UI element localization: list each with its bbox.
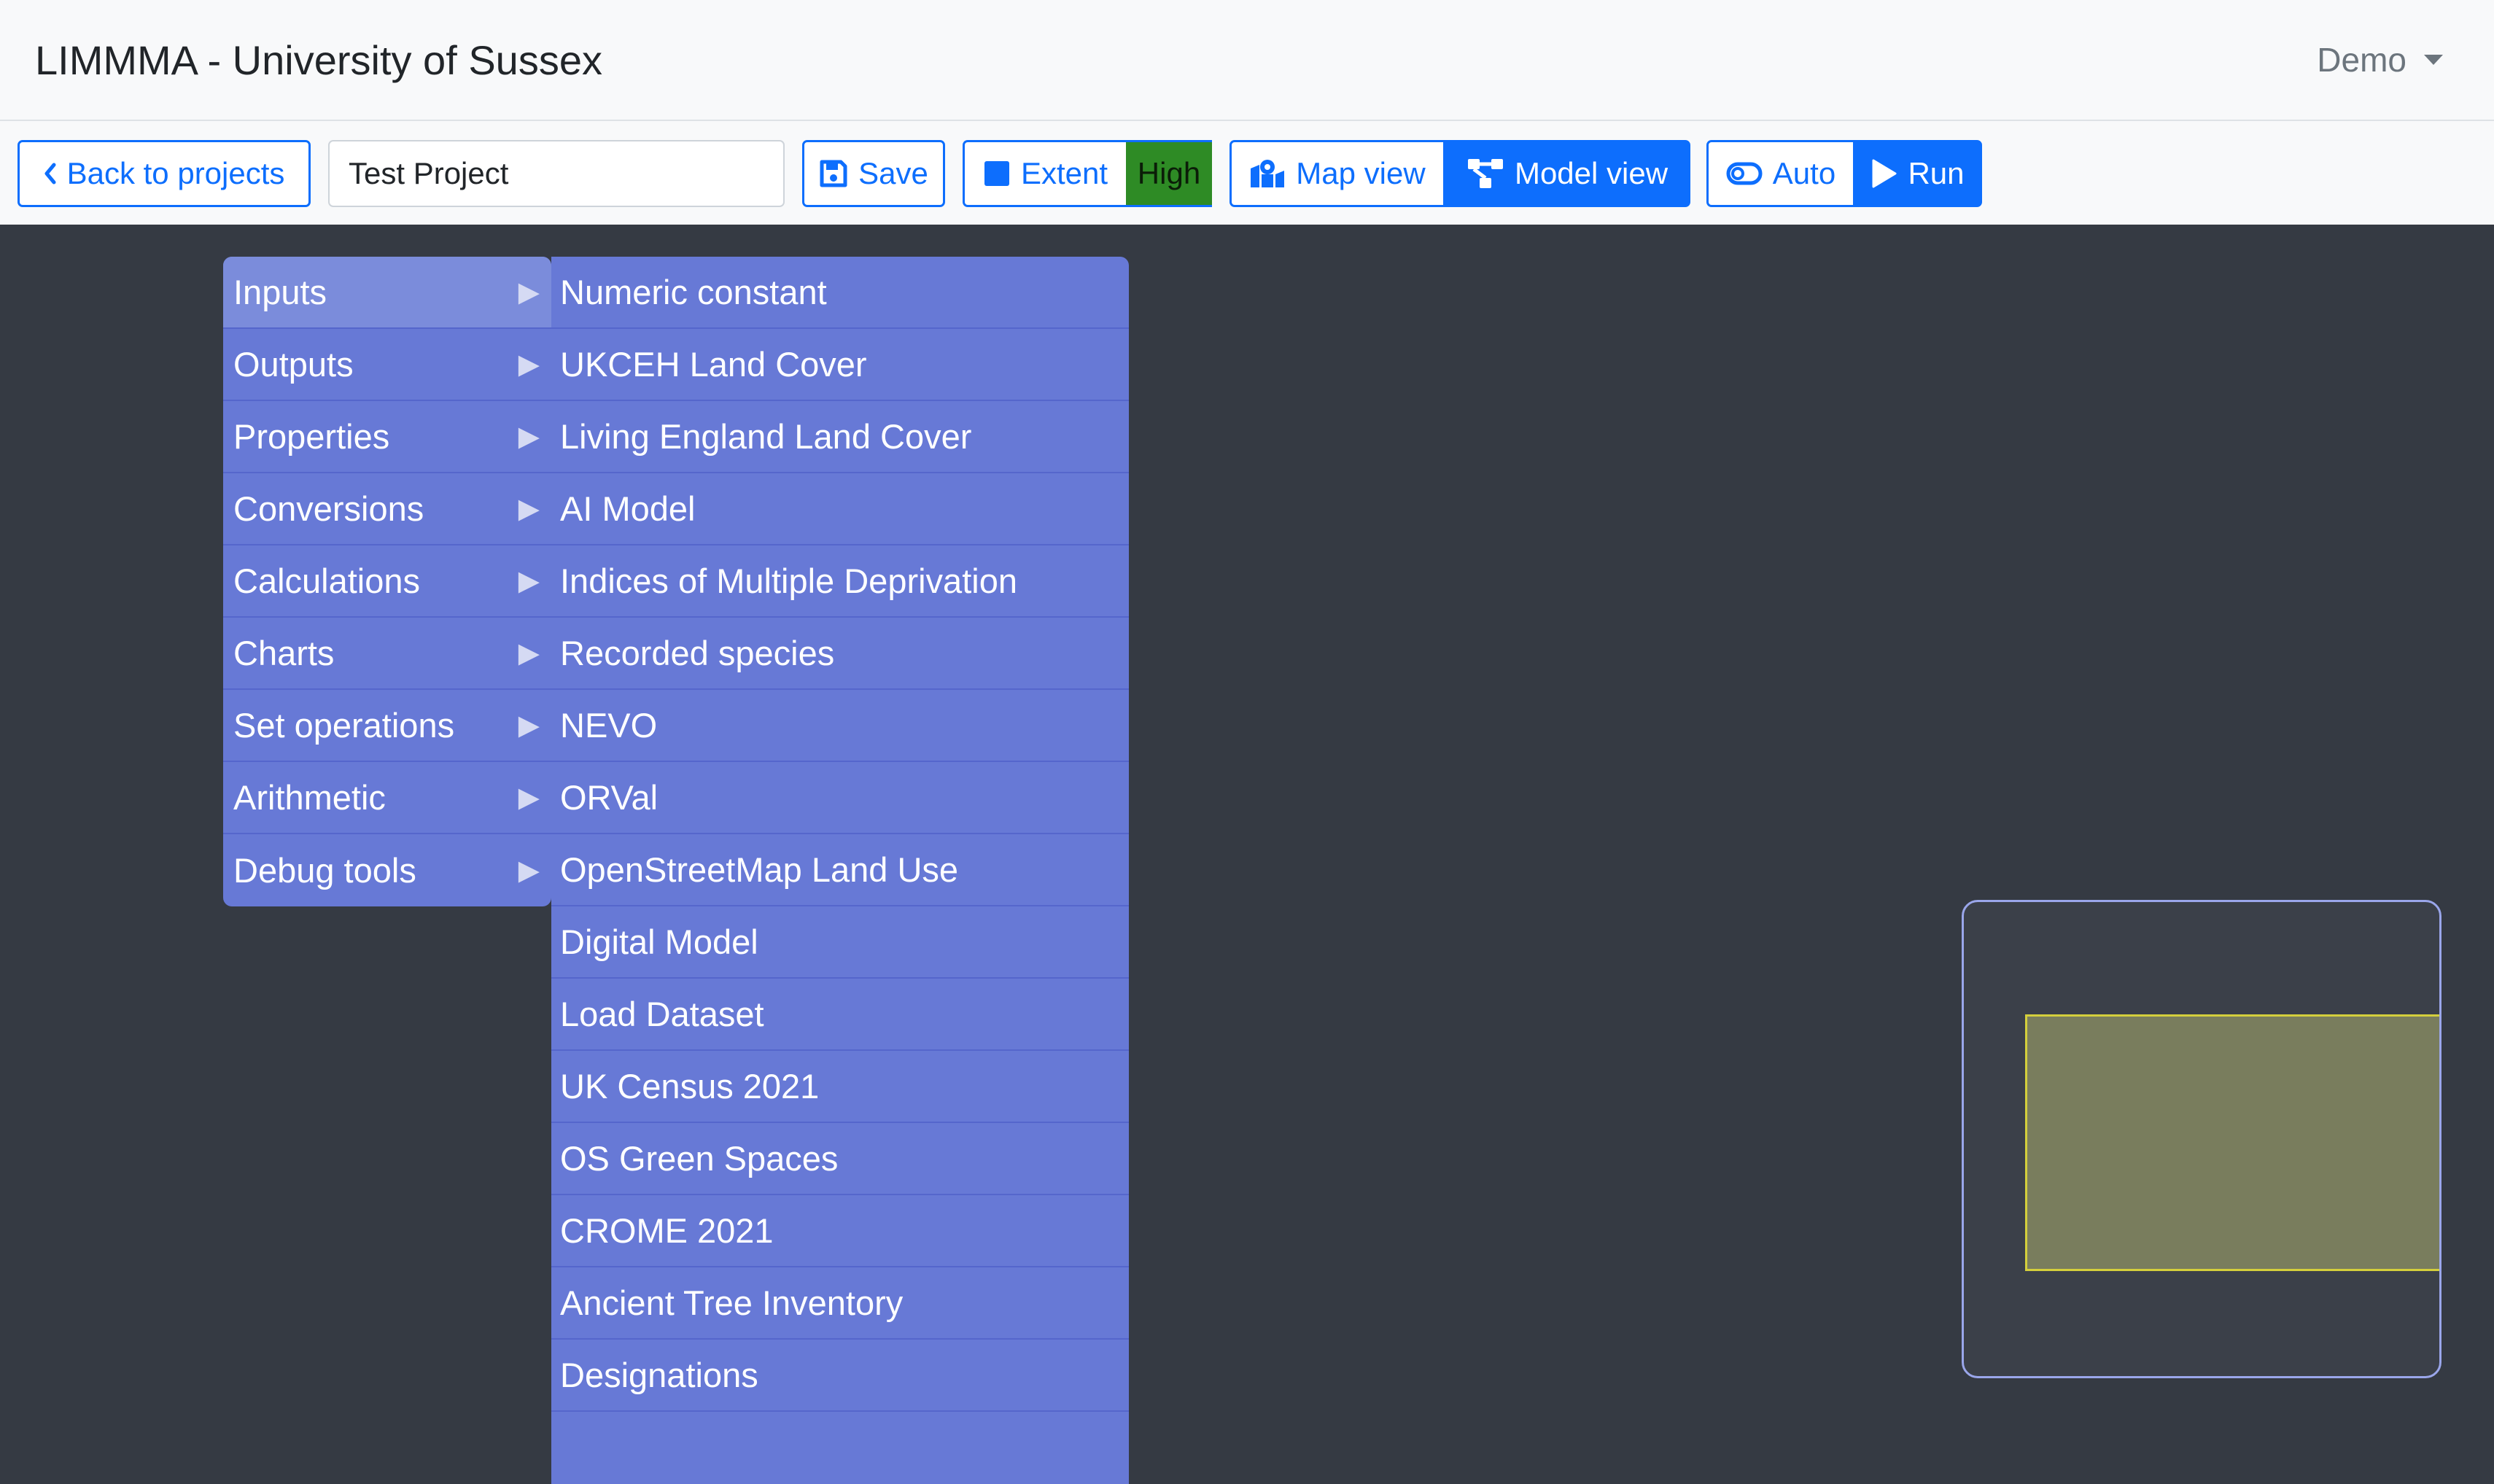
submenu-arrow-icon: ▶ bbox=[518, 782, 540, 813]
map-view-label: Map view bbox=[1296, 156, 1426, 190]
run-label: Run bbox=[1908, 156, 1965, 190]
submenu-arrow-icon: ▶ bbox=[518, 566, 540, 597]
app-title[interactable]: LIMMMA - University of Sussex bbox=[35, 32, 602, 89]
extent-button[interactable]: Extent bbox=[963, 140, 1126, 207]
project-name-input[interactable] bbox=[328, 140, 785, 207]
square-icon bbox=[984, 161, 1009, 186]
submenu-item-ancient-tree-inventory[interactable]: Ancient Tree Inventory bbox=[551, 1267, 1129, 1340]
model-view-label: Model view bbox=[1514, 156, 1669, 190]
menu-item-inputs[interactable]: Inputs ▶ bbox=[223, 257, 551, 329]
submenu-item-digital-model[interactable]: Digital Model bbox=[551, 906, 1129, 979]
submenu-item-designations[interactable]: Designations bbox=[551, 1340, 1129, 1412]
model-view-button[interactable]: Model view bbox=[1444, 140, 1690, 207]
submenu-item-ai-model[interactable]: AI Model bbox=[551, 473, 1129, 545]
submenu-item-recorded-species[interactable]: Recorded species bbox=[551, 618, 1129, 690]
menu-item-calculations[interactable]: Calculations ▶ bbox=[223, 545, 551, 618]
submenu-arrow-icon: ▶ bbox=[518, 855, 540, 886]
run-button[interactable]: Run bbox=[1854, 140, 1982, 207]
toggle-off-icon bbox=[1726, 162, 1763, 185]
caret-down-icon bbox=[2424, 55, 2443, 65]
top-navbar: LIMMMA - University of Sussex Demo bbox=[0, 0, 2494, 121]
save-label: Save bbox=[858, 156, 928, 190]
menu-item-set-operations[interactable]: Set operations ▶ bbox=[223, 690, 551, 762]
canvas-minimap[interactable] bbox=[1962, 900, 2441, 1378]
model-editor-canvas[interactable]: Inputs ▶ Outputs ▶ Properties ▶ Conversi… bbox=[0, 225, 2494, 1484]
submenu-item-ukceh-land-cover[interactable]: UKCEH Land Cover bbox=[551, 329, 1129, 401]
submenu-item-os-green-spaces[interactable]: OS Green Spaces bbox=[551, 1123, 1129, 1195]
submenu-arrow-icon: ▶ bbox=[518, 710, 540, 741]
extent-label: Extent bbox=[1020, 156, 1108, 190]
submenu-item-living-england-land-cover[interactable]: Living England Land Cover bbox=[551, 401, 1129, 473]
floppy-disk-icon bbox=[820, 160, 847, 187]
inputs-submenu: Numeric constant UKCEH Land Cover Living… bbox=[551, 257, 1129, 1484]
submenu-item-uk-census-2021[interactable]: UK Census 2021 bbox=[551, 1051, 1129, 1123]
submenu-item-more[interactable] bbox=[551, 1412, 1129, 1484]
auto-run-toggle[interactable]: Auto bbox=[1706, 140, 1855, 207]
diagram-project-icon bbox=[1467, 159, 1503, 188]
submenu-item-nevo[interactable]: NEVO bbox=[551, 690, 1129, 762]
submenu-arrow-icon: ▶ bbox=[518, 494, 540, 524]
map-location-icon bbox=[1251, 160, 1285, 187]
menu-item-debug-tools[interactable]: Debug tools ▶ bbox=[223, 834, 551, 906]
submenu-item-openstreetmap-land-use[interactable]: OpenStreetMap Land Use bbox=[551, 834, 1129, 906]
auto-label: Auto bbox=[1772, 156, 1836, 190]
menu-item-charts[interactable]: Charts ▶ bbox=[223, 618, 551, 690]
minimap-viewport[interactable] bbox=[2025, 1014, 2439, 1271]
submenu-item-indices-of-multiple-deprivation[interactable]: Indices of Multiple Deprivation bbox=[551, 545, 1129, 618]
back-to-projects-label: Back to projects bbox=[66, 156, 285, 190]
menu-item-arithmetic[interactable]: Arithmetic ▶ bbox=[223, 762, 551, 834]
chevron-left-icon bbox=[44, 163, 56, 184]
project-toolbar: Back to projects Save Extent High Map vi… bbox=[0, 121, 2494, 225]
node-category-menu: Inputs ▶ Outputs ▶ Properties ▶ Conversi… bbox=[223, 257, 551, 906]
submenu-item-numeric-constant[interactable]: Numeric constant bbox=[551, 257, 1129, 329]
play-icon bbox=[1872, 159, 1897, 188]
map-view-button[interactable]: Map view bbox=[1229, 140, 1445, 207]
back-to-projects-button[interactable]: Back to projects bbox=[18, 140, 311, 207]
submenu-arrow-icon: ▶ bbox=[518, 638, 540, 669]
submenu-item-load-dataset[interactable]: Load Dataset bbox=[551, 979, 1129, 1051]
submenu-arrow-icon: ▶ bbox=[518, 349, 540, 380]
menu-item-conversions[interactable]: Conversions ▶ bbox=[223, 473, 551, 545]
menu-item-outputs[interactable]: Outputs ▶ bbox=[223, 329, 551, 401]
submenu-arrow-icon: ▶ bbox=[518, 421, 540, 452]
user-menu-label: Demo bbox=[2317, 41, 2406, 79]
submenu-item-orval[interactable]: ORVal bbox=[551, 762, 1129, 834]
menu-item-properties[interactable]: Properties ▶ bbox=[223, 401, 551, 473]
resolution-quality-badge[interactable]: High bbox=[1126, 140, 1212, 207]
user-menu-dropdown[interactable]: Demo bbox=[2317, 35, 2443, 85]
submenu-item-crome-2021[interactable]: CROME 2021 bbox=[551, 1195, 1129, 1267]
save-button[interactable]: Save bbox=[802, 140, 945, 207]
submenu-arrow-icon: ▶ bbox=[518, 277, 540, 308]
